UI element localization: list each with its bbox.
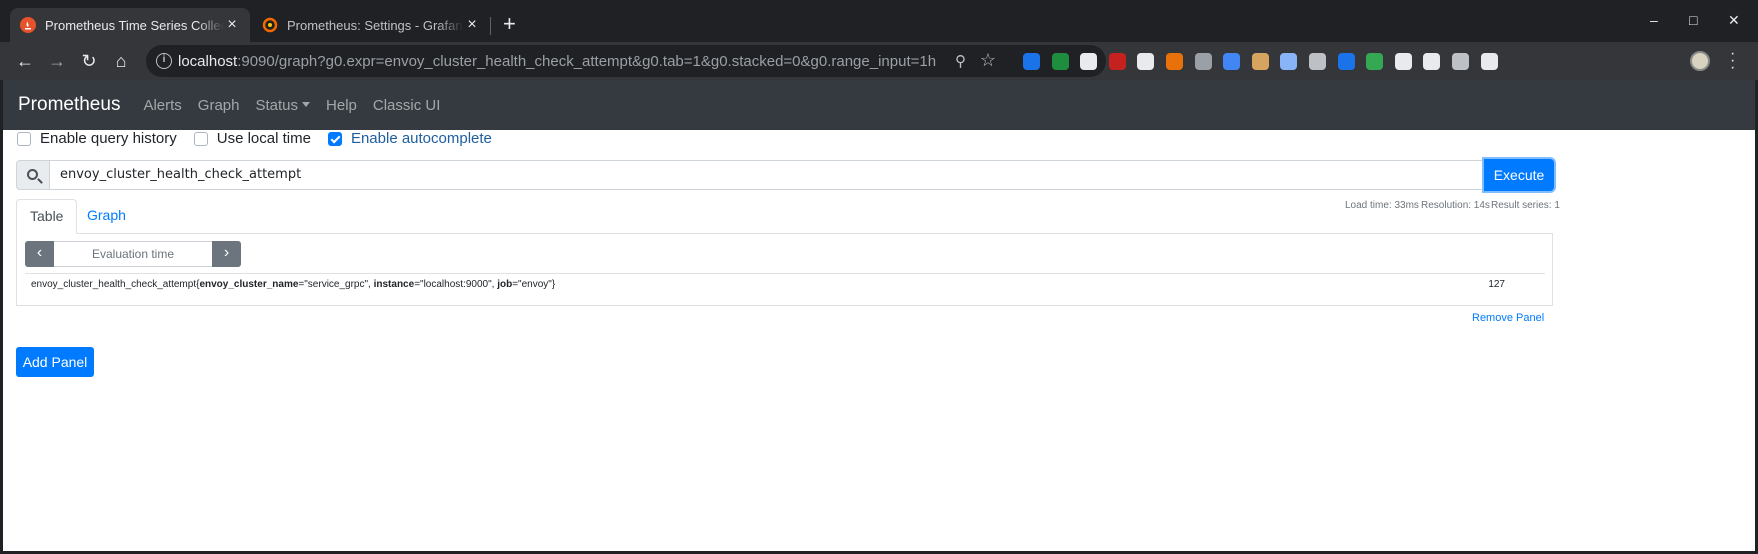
page-viewport: Prometheus Alerts Graph Status Help Clas… (3, 80, 1755, 551)
tab-graph[interactable]: Graph (74, 199, 139, 234)
tab-title: Prometheus Time Series Collection (45, 17, 224, 33)
maximize-icon[interactable]: □ (1689, 12, 1697, 28)
label-name: job (497, 279, 513, 290)
query-row: envoy_cluster_health_check_attempt Execu… (16, 159, 1739, 191)
nav-status-label: Status (255, 96, 299, 114)
extension-icon[interactable] (1423, 53, 1441, 70)
address-url[interactable]: localhost:9090/graph?g0.expr=envoy_clust… (178, 53, 936, 70)
extension-icon[interactable] (1480, 53, 1498, 70)
nav-classic-ui[interactable]: Classic UI (373, 97, 441, 114)
chevron-right-icon[interactable]: › (212, 241, 241, 267)
extension-icon[interactable] (1251, 53, 1269, 70)
browser-titlebar: Prometheus Time Series Collection × Prom… (0, 0, 1758, 42)
chevron-down-icon (302, 101, 311, 107)
evaluation-time-input[interactable]: Evaluation time (54, 241, 212, 267)
local-time-checkbox[interactable] (193, 131, 208, 146)
extension-icon[interactable] (1337, 53, 1355, 70)
browser-tab-prometheus[interactable]: Prometheus Time Series Collection × (10, 8, 250, 42)
grafana-favicon-icon (262, 17, 278, 33)
home-icon[interactable]: ⌂ (110, 50, 132, 72)
prometheus-favicon-icon (20, 17, 36, 33)
label-name: envoy_cluster_name (199, 279, 299, 290)
label-value: "service_grpc" (304, 279, 369, 290)
tab-close-icon[interactable]: × (224, 17, 240, 33)
tab-table[interactable]: Table (16, 199, 78, 234)
label-name: instance (373, 279, 415, 290)
remove-panel-link[interactable]: Remove Panel (1472, 312, 1544, 324)
autocomplete-checkbox[interactable] (327, 131, 342, 146)
result-value: 127 (1488, 279, 1505, 290)
load-time-stat: Load time: 33ms (1345, 200, 1419, 211)
browser-menu-icon[interactable]: · · · (1730, 46, 1738, 76)
table-row: envoy_cluster_health_check_attempt{envoy… (25, 273, 1545, 296)
extension-icon[interactable] (1023, 53, 1040, 70)
resolution-stat: Resolution: 14s (1421, 200, 1490, 211)
table-panel: ‹ Evaluation time › envoy_cluster_health… (16, 233, 1553, 306)
nav-status[interactable]: Status (256, 97, 311, 114)
extension-icon[interactable] (1166, 53, 1183, 70)
bookmark-star-icon[interactable]: ☆ (980, 50, 996, 71)
brand-logo[interactable]: Prometheus (18, 94, 120, 116)
extension-icon[interactable] (1194, 53, 1212, 70)
query-history-checkbox[interactable] (17, 131, 31, 146)
address-bar[interactable]: i localhost:9090/graph?g0.expr=envoy_clu… (146, 45, 1106, 77)
browser-tab-grafana[interactable]: Prometheus: Settings - Grafana × (252, 8, 490, 42)
reload-icon[interactable]: ↻ (78, 50, 100, 72)
extension-icon[interactable] (1137, 53, 1155, 70)
extension-icon[interactable] (1223, 53, 1241, 70)
label-value: "localhost:9000" (420, 279, 492, 290)
autocomplete-label: Enable autocomplete (350, 130, 492, 147)
label-value: "envoy" (518, 279, 552, 290)
nav-alerts[interactable]: Alerts (143, 97, 181, 114)
window-close-icon[interactable]: ✕ (1728, 12, 1740, 29)
app-navbar: Prometheus Alerts Graph Status Help Clas… (3, 80, 1755, 130)
result-series-stat: Result series: 1 (1491, 200, 1560, 211)
search-icon (16, 160, 50, 190)
back-icon[interactable]: ← (14, 50, 36, 72)
chevron-left-icon[interactable]: ‹ (25, 241, 54, 267)
tab-close-icon[interactable]: × (464, 17, 480, 33)
evaluation-time-control: ‹ Evaluation time › (25, 241, 241, 267)
minimize-icon[interactable]: – (1650, 12, 1658, 28)
zoom-icon[interactable]: ⚲ (955, 52, 966, 70)
extension-icon[interactable] (1309, 53, 1326, 70)
extension-icon[interactable] (1080, 53, 1098, 70)
tab-title: Prometheus: Settings - Grafana (287, 17, 464, 33)
query-history-label: Enable query history (40, 130, 177, 147)
nav-help[interactable]: Help (326, 97, 357, 114)
browser-toolbar: ← → ↻ ⌂ i localhost:9090/graph?g0.expr=e… (0, 42, 1758, 80)
options-row: Enable query history Use local time Enab… (17, 130, 509, 147)
profile-avatar[interactable] (1690, 51, 1710, 71)
extension-icon[interactable] (1452, 53, 1469, 70)
extension-icon[interactable] (1394, 53, 1412, 70)
site-info-icon[interactable]: i (156, 53, 172, 69)
extension-icon[interactable] (1280, 53, 1298, 70)
new-tab-icon[interactable]: + (503, 13, 516, 35)
tab-separator (490, 17, 491, 35)
autocomplete-option[interactable]: Enable autocomplete (327, 130, 492, 147)
query-history-option[interactable]: Enable query history (17, 130, 177, 147)
expression-input[interactable]: envoy_cluster_health_check_attempt (49, 160, 1485, 190)
add-panel-button[interactable]: Add Panel (16, 347, 94, 377)
local-time-option[interactable]: Use local time (193, 130, 311, 147)
extension-icon[interactable] (1108, 53, 1126, 70)
nav-graph[interactable]: Graph (198, 97, 240, 114)
extension-icon[interactable] (1051, 53, 1069, 70)
local-time-label: Use local time (216, 130, 311, 147)
extension-icon[interactable] (1366, 53, 1384, 70)
metric-name: envoy_cluster_health_check_attempt (31, 279, 197, 290)
execute-button[interactable]: Execute (1484, 159, 1554, 191)
forward-icon[interactable]: → (46, 50, 68, 72)
